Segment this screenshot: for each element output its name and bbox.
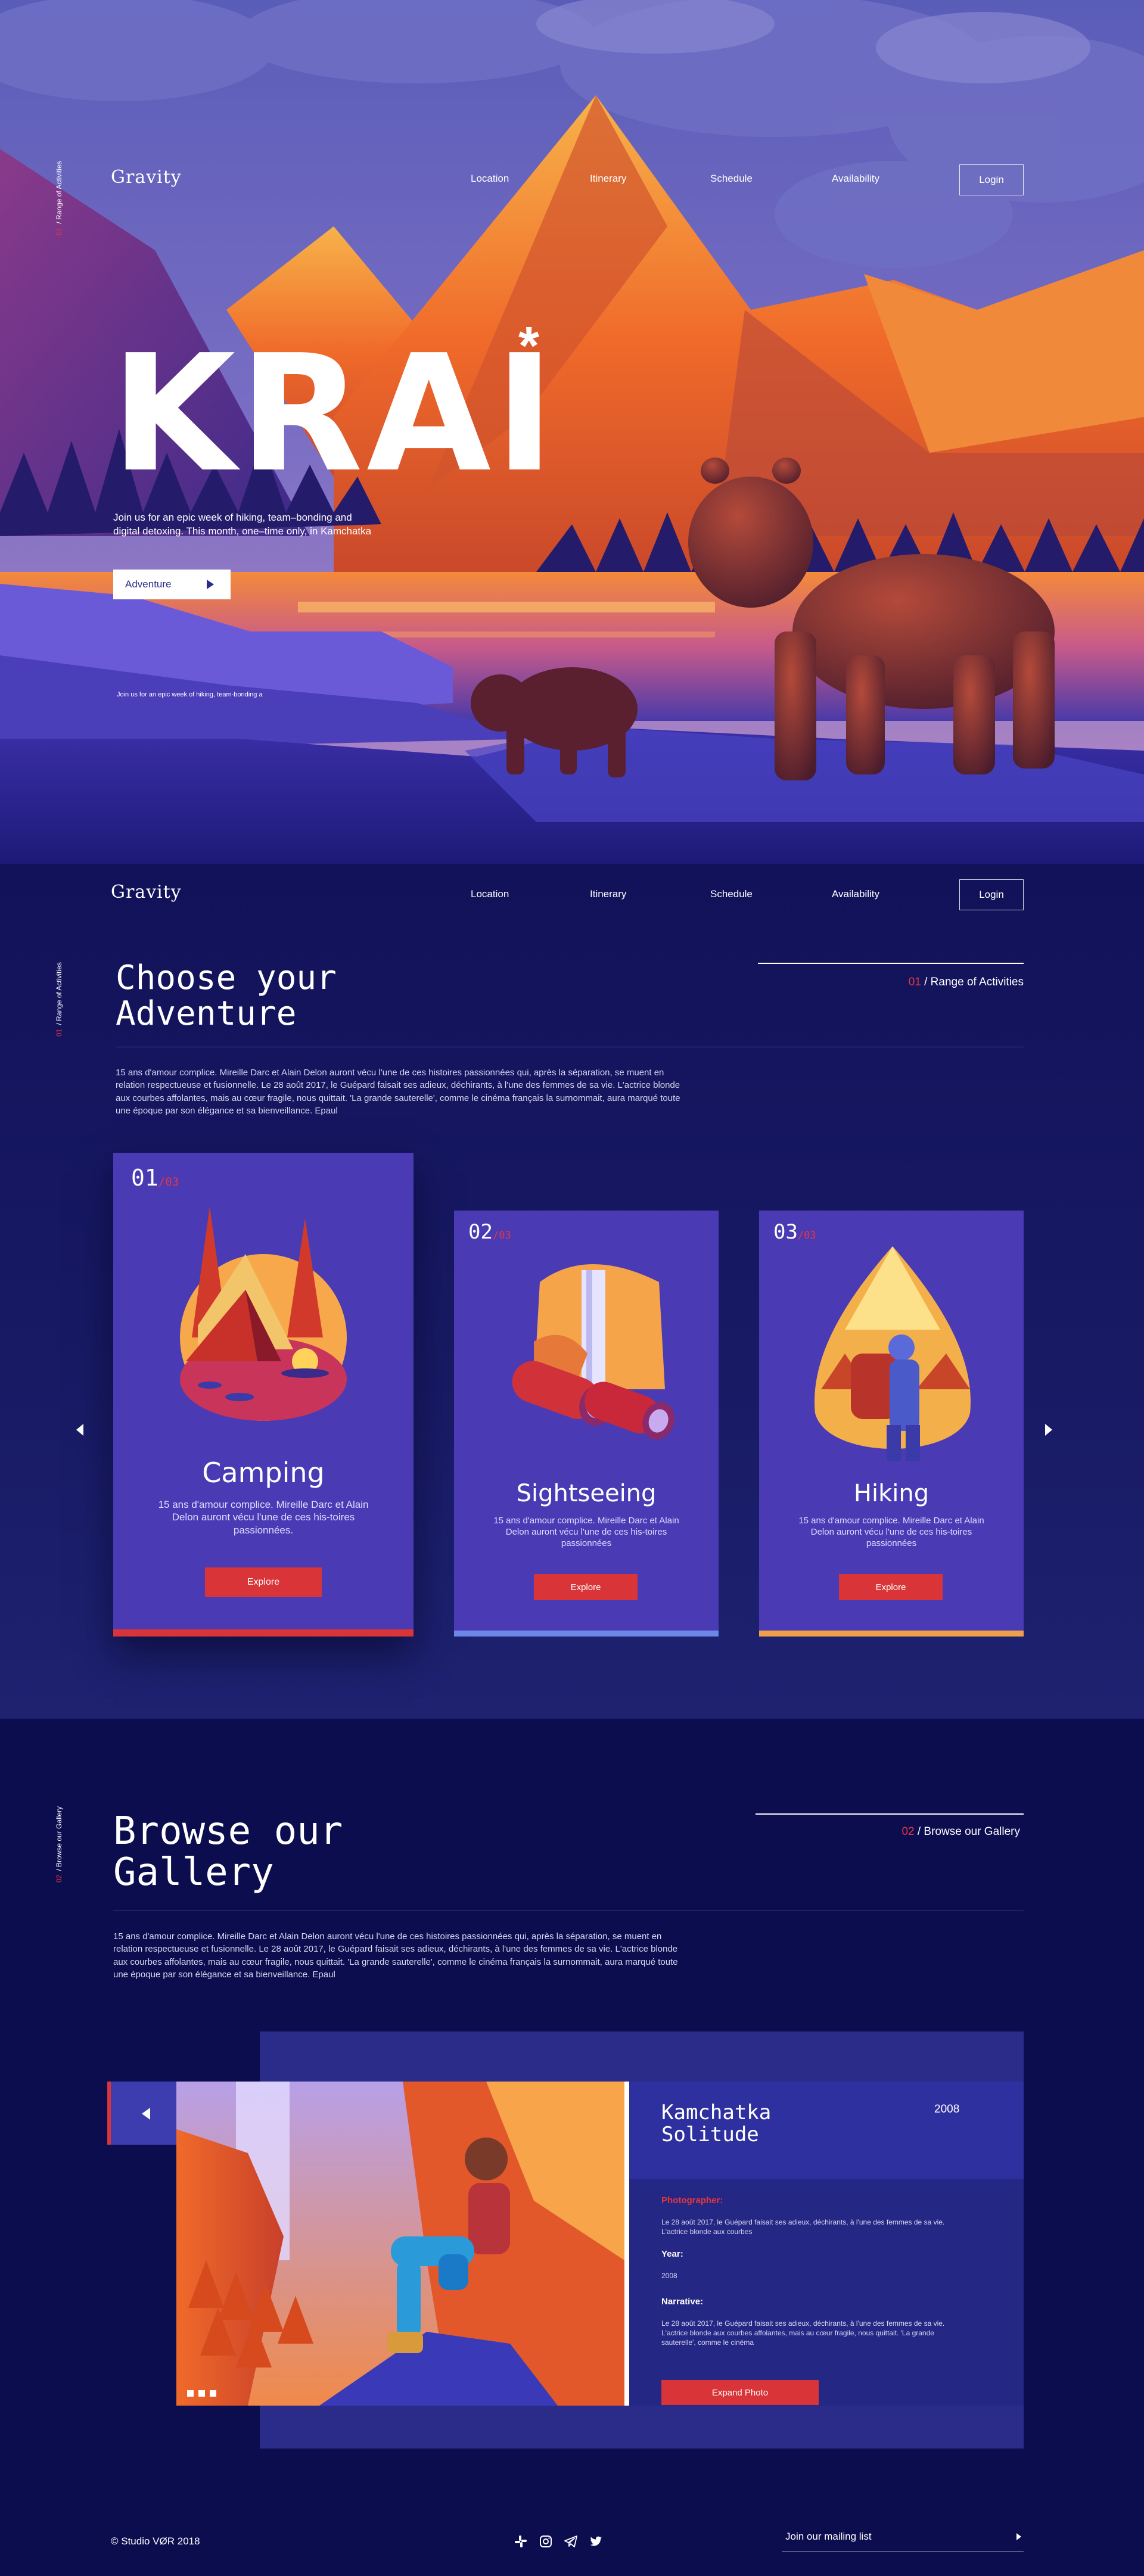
side-label-text: / Range of Activities (55, 161, 63, 224)
carousel-next-arrow-icon[interactable] (1045, 1424, 1052, 1436)
activities-title-line1: Choose your (116, 959, 337, 997)
nav-location[interactable]: Location (471, 173, 509, 185)
nav-availability[interactable]: Availability (832, 173, 879, 185)
card-accent-bar (113, 1629, 414, 1637)
narrative-text: Le 28 août 2017, le Guépard faisait ses … (661, 2319, 945, 2347)
gallery-title: Browse our Gallery (113, 1809, 343, 1895)
hero-asterisk: * (518, 316, 540, 376)
pagination-dot[interactable] (210, 2390, 216, 2397)
nav-schedule-secondary[interactable]: Schedule (710, 888, 753, 900)
narrative-label: Narrative: (661, 2297, 704, 2307)
side-label-text: / Browse our Gallery (55, 1806, 63, 1871)
photographer-text: Le 28 août 2017, le Guépard faisait ses … (661, 2218, 945, 2236)
gallery-photo[interactable] (176, 2082, 624, 2406)
hero-intro: Join us for an epic week of hiking, team… (113, 512, 372, 537)
chevron-left-icon (142, 2108, 150, 2120)
nav-itinerary[interactable]: Itinerary (590, 173, 626, 185)
activity-card-hiking[interactable]: 03/03 Hiking 15 ans d'amour complice. Mi… (759, 1211, 1024, 1637)
gallery-paragraph: 15 ans d'amour complice. Mireille Darc e… (113, 1931, 678, 1980)
card-number-value: 03 (773, 1220, 798, 1244)
side-label-text: / Range of Activities (55, 962, 63, 1025)
login-button[interactable]: Login (959, 164, 1024, 195)
card-number-value: 01 (131, 1165, 158, 1191)
sightseeing-illustration (512, 1264, 674, 1440)
adventure-button[interactable]: Adventure (113, 570, 231, 599)
hero-section: Gravity Location Itinerary Schedule Avai… (0, 0, 1144, 864)
login-button-secondary[interactable]: Login (959, 879, 1024, 910)
year-value: 2008 (661, 2272, 677, 2280)
nav-location-secondary[interactable]: Location (471, 888, 509, 900)
instagram-icon[interactable] (539, 2534, 553, 2549)
card-description: 15 ans d'amour complice. Mireille Darc e… (493, 1516, 679, 1548)
photographer-label: Photographer: (661, 2195, 723, 2205)
card-accent-bar (454, 1631, 719, 1637)
year-label: Year: (661, 2249, 683, 2259)
gallery-photo-year: 2008 (934, 2103, 960, 2115)
activities-paragraph: 15 ans d'amour complice. Mireille Darc e… (116, 1068, 680, 1116)
gallery-title-line2: Gallery (113, 1850, 274, 1895)
explore-button[interactable]: Explore (839, 1574, 943, 1600)
submit-arrow-icon[interactable] (1016, 2533, 1021, 2540)
nav-itinerary-secondary[interactable]: Itinerary (590, 888, 626, 900)
gallery-tag: 02 / Browse our Gallery (858, 1825, 1020, 1838)
activities-tag-text: / Range of Activities (924, 976, 1024, 988)
side-label-number: 01 (55, 227, 63, 235)
photo-title-line1: Kamchatka (661, 2101, 772, 2124)
gallery-prev-button[interactable] (107, 2082, 176, 2145)
carousel-prev-arrow-icon[interactable] (76, 1424, 83, 1436)
activities-side-label: 01 / Range of Activities (55, 962, 63, 1037)
card-accent-bar (759, 1631, 1024, 1637)
gallery-photo-title: Kamchatka Solitude (661, 2101, 772, 2147)
card-description: 15 ans d'amour complice. Mireille Darc e… (158, 1499, 369, 1536)
hero-title: KRAI (111, 320, 558, 508)
expand-photo-button[interactable]: Expand Photo (661, 2380, 819, 2405)
nav-availability-secondary[interactable]: Availability (832, 888, 879, 900)
activities-title: Choose your Adventure (116, 960, 337, 1032)
activity-card-camping[interactable]: 01/03 Camping 15 ans d'amour complice. M… (113, 1153, 414, 1637)
card-description: 15 ans d'amour complice. Mireille Darc e… (798, 1516, 984, 1548)
photo-title-line2: Solitude (661, 2123, 759, 2147)
footer-copyright: © Studio VØR 2018 (111, 2535, 200, 2547)
hero-small-text: Join us for an epic week of hiking, team… (117, 691, 263, 698)
activities-rule (758, 963, 1024, 964)
side-label-number: 01 (55, 1028, 63, 1037)
pagination-dot[interactable] (187, 2390, 194, 2397)
activities-tag-number: 01 (908, 976, 921, 988)
side-section-label: 01 / Range of Activities (55, 161, 63, 235)
gallery-tag-number: 02 (901, 1825, 915, 1838)
twitter-icon[interactable] (589, 2534, 603, 2549)
logo-secondary[interactable]: Gravity (111, 882, 182, 903)
slack-icon[interactable] (514, 2534, 528, 2549)
gallery-title-line1: Browse our (113, 1809, 343, 1853)
hiking-illustration (815, 1246, 971, 1461)
activities-title-line2: Adventure (116, 994, 297, 1034)
explore-button[interactable]: Explore (534, 1574, 638, 1600)
play-arrow-icon (207, 580, 214, 589)
card-title: Hiking (853, 1480, 930, 1507)
gallery-pagination[interactable] (187, 2390, 216, 2397)
nav-schedule[interactable]: Schedule (710, 173, 753, 185)
telegram-icon[interactable] (564, 2534, 578, 2549)
gallery-rule (756, 1813, 1024, 1815)
activity-card-sightseeing[interactable]: 02/03 Sightseeing 15 ans d'amour complic… (454, 1211, 719, 1637)
logo[interactable]: Gravity (111, 167, 182, 188)
adventure-button-label: Adventure (125, 578, 172, 590)
gallery-info-divider (624, 2082, 629, 2406)
pagination-dot[interactable] (198, 2390, 205, 2397)
card-title: Camping (202, 1457, 325, 1489)
camping-illustration (180, 1206, 347, 1421)
card-title: Sightseeing (516, 1480, 657, 1507)
side-label-number: 02 (55, 1874, 63, 1883)
gallery-side-label: 02 / Browse our Gallery (55, 1806, 63, 1883)
activities-tag: 01 / Range of Activities (858, 976, 1024, 989)
mailing-list-input[interactable]: Join our mailing list (785, 2531, 872, 2543)
gallery-tag-text: / Browse our Gallery (917, 1825, 1020, 1838)
explore-button[interactable]: Explore (205, 1567, 322, 1597)
